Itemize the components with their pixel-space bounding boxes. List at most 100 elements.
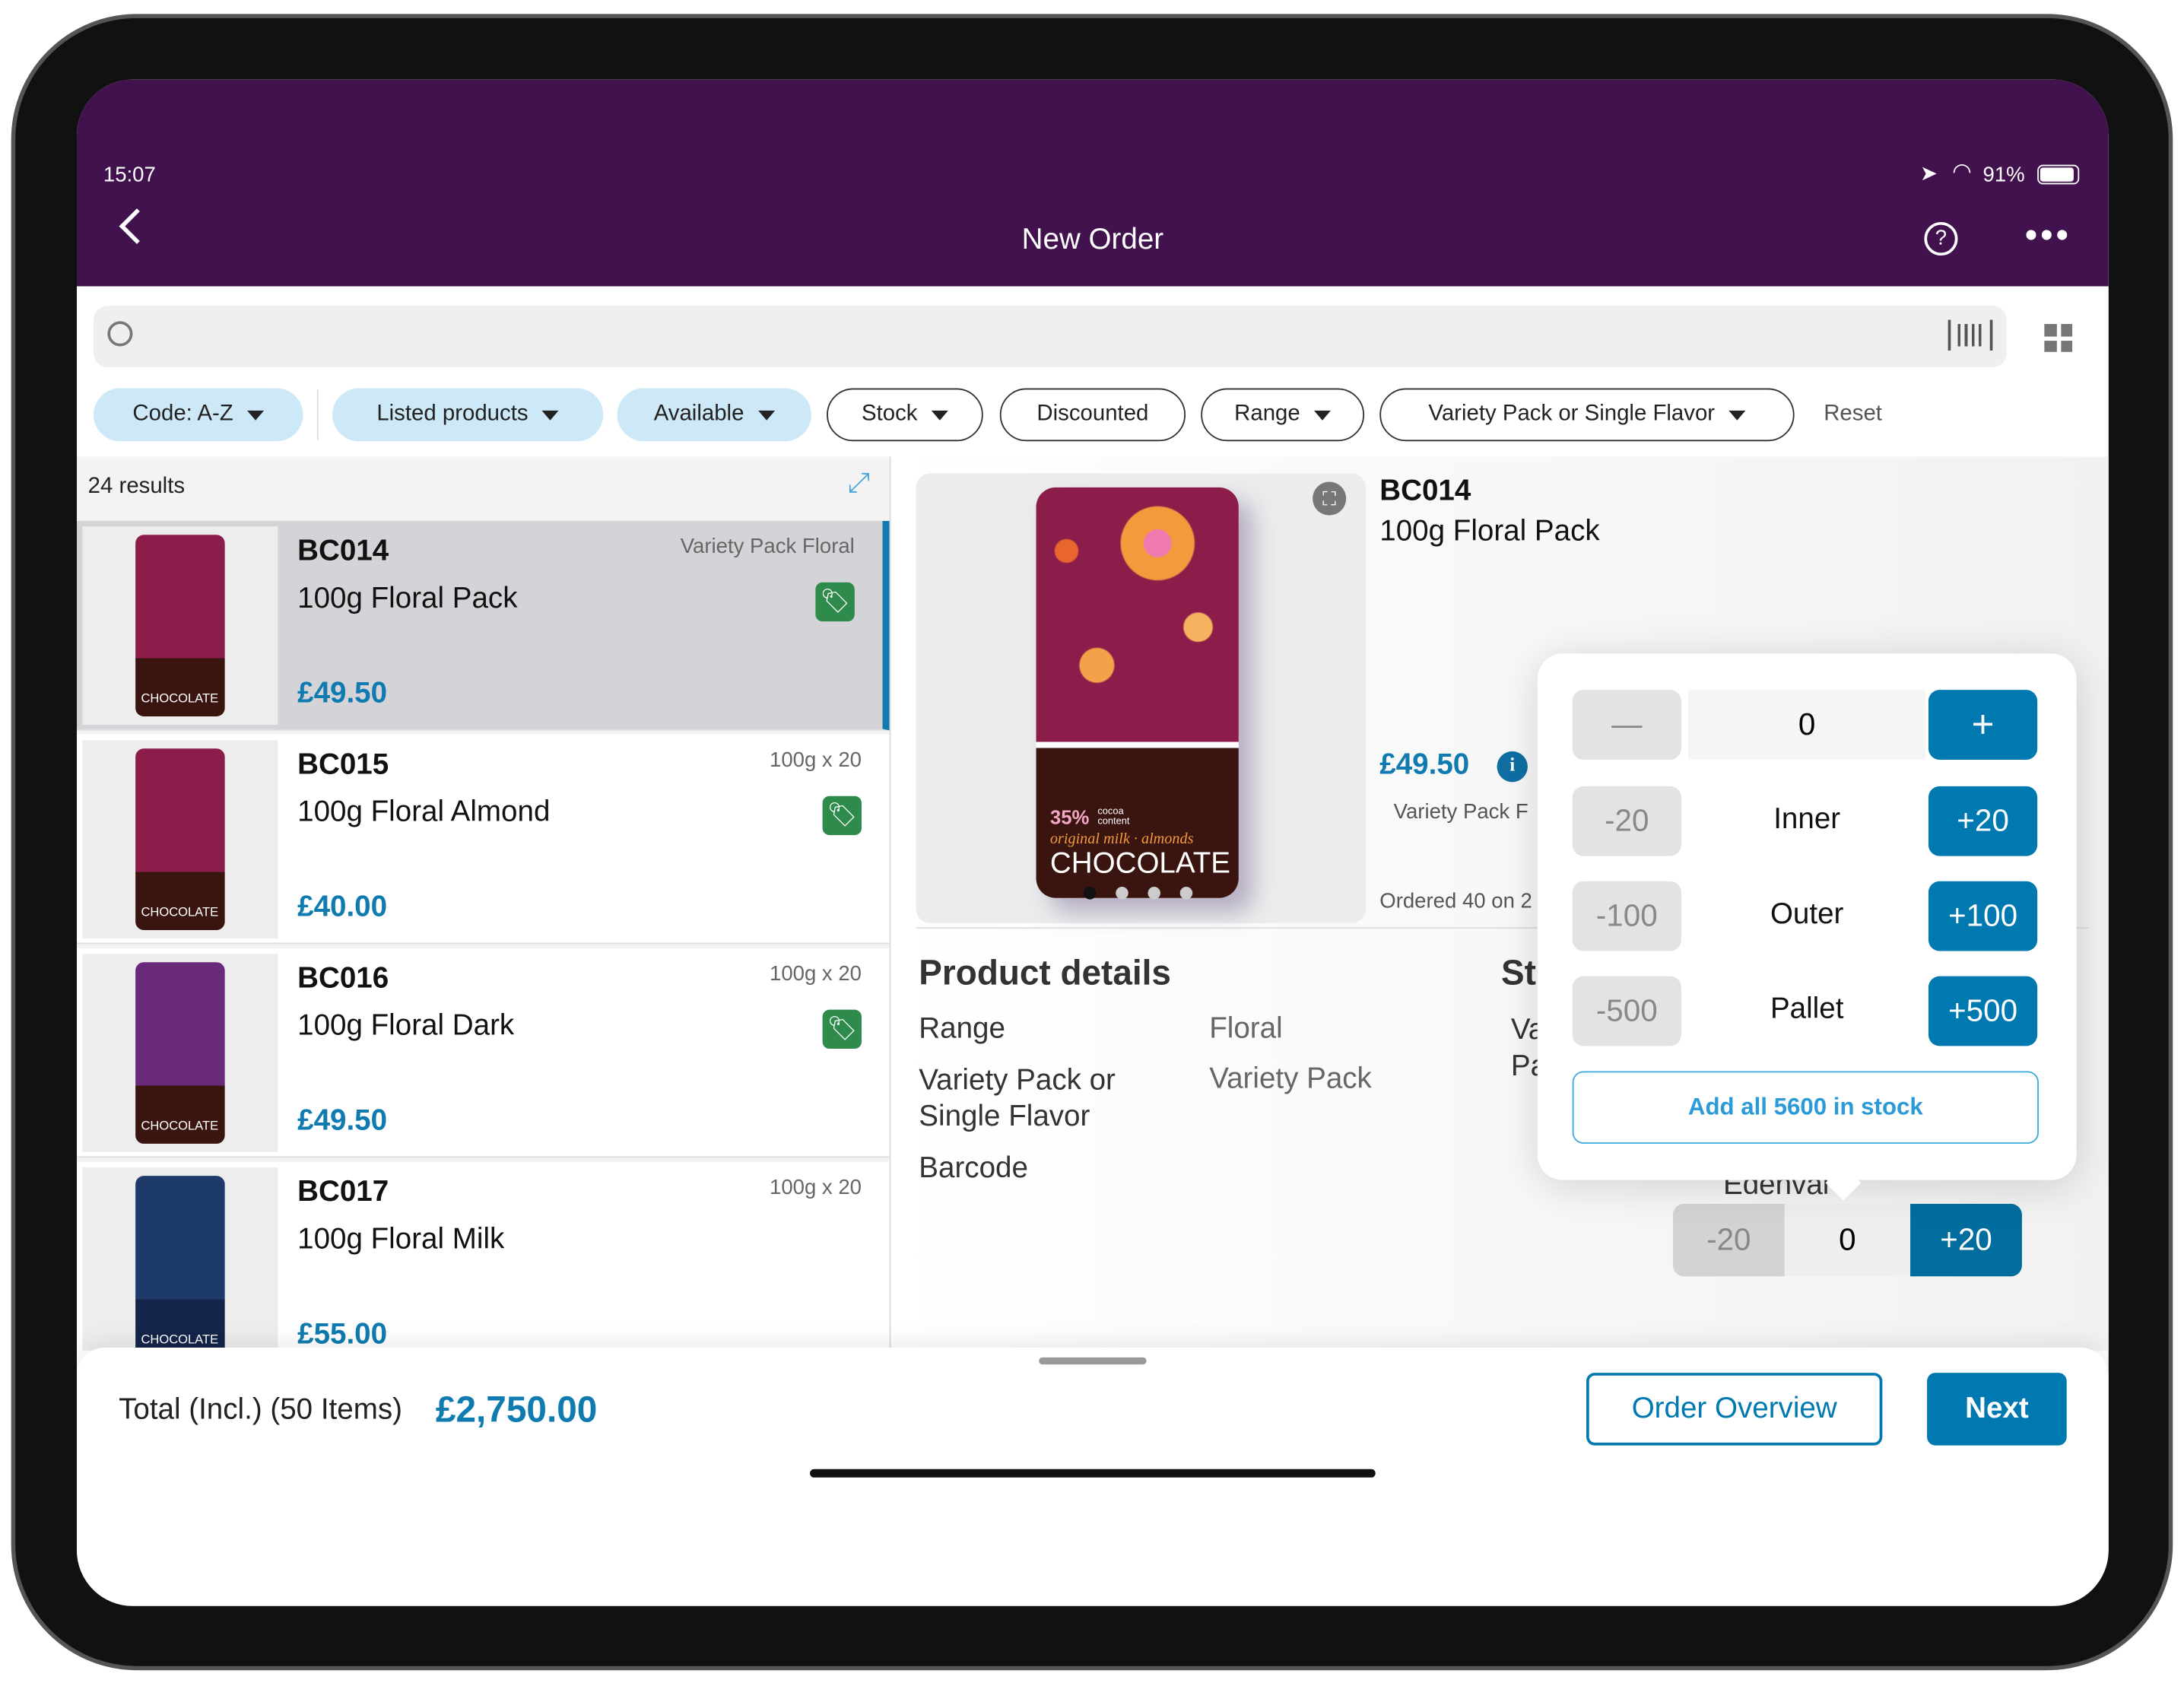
discount-tag-icon: 🏷: [822, 795, 862, 836]
detail-value: Floral: [1209, 1012, 1283, 1045]
product-thumbnail: CHOCOLATE: [82, 954, 278, 1152]
cocoa-percent: 35%: [1049, 805, 1090, 828]
product-name: 100g Floral Almond: [297, 795, 551, 828]
filter-chip[interactable]: Available: [617, 388, 811, 442]
product-thumbnail: CHOCOLATE: [82, 740, 278, 938]
unit-label: Pallet: [1770, 992, 1844, 1025]
decrement-button[interactable]: -100: [1572, 881, 1681, 951]
warehouse-stepper: -20 0 +20: [1672, 1203, 2022, 1277]
search-input[interactable]: [94, 306, 2007, 367]
ordered-history: Ordered 40 on 2: [1379, 889, 1532, 913]
more-icon[interactable]: •••: [2025, 214, 2071, 257]
product-price: £49.50: [297, 677, 388, 710]
screen: 15:07 ➤ ◠ 91% New Order ? ••• Code: A-Z L…: [76, 79, 2109, 1606]
unit-label: Inner: [1773, 802, 1841, 836]
product-meta: 100g x 20: [770, 962, 862, 986]
section-title: Product details: [919, 954, 1171, 993]
unit-label: Outer: [1770, 897, 1844, 930]
product-meta: 100g x 20: [770, 748, 862, 773]
increment-button[interactable]: +500: [1928, 976, 2038, 1046]
filter-chip[interactable]: Variety Pack or Single Flavor: [1379, 388, 1795, 442]
decrement-button[interactable]: -500: [1572, 976, 1681, 1046]
detail-value: Variety Pack: [1209, 1062, 1372, 1095]
product-list: 24 results ⤢ CHOCOLATE BC014 100g Floral…: [76, 456, 890, 1351]
product-price: £55.00: [297, 1318, 388, 1351]
detail-label: Variety Pack or Single Flavor: [919, 1064, 1116, 1133]
product-price: £49.50: [297, 1104, 388, 1137]
quantity-input[interactable]: 0: [1688, 690, 1926, 760]
product-code: BC014: [297, 535, 389, 567]
reset-button[interactable]: Reset: [1824, 402, 1882, 427]
order-footer: Total (Incl.) (50 Items) £2,750.00 Order…: [76, 1348, 2109, 1606]
filter-chip[interactable]: Discounted: [999, 388, 1186, 442]
home-indicator: [810, 1469, 1376, 1478]
search-icon: [107, 321, 133, 347]
product-price: £40.00: [297, 891, 388, 923]
expand-icon[interactable]: ⤢: [848, 468, 870, 500]
decrement-button[interactable]: -20: [1672, 1203, 1785, 1277]
cocoa-content-label: cocoa content: [1097, 807, 1130, 827]
product-name: 100g Floral Milk: [297, 1223, 505, 1256]
fullscreen-icon[interactable]: ⛶: [1313, 481, 1347, 516]
order-overview-button[interactable]: Order Overview: [1586, 1373, 1883, 1446]
decrement-button[interactable]: —: [1572, 690, 1681, 760]
page-title: New Order: [1021, 223, 1164, 256]
total-amount: £2,750.00: [435, 1388, 598, 1431]
detail-code: BC014: [1379, 475, 1471, 507]
increment-button[interactable]: +20: [1910, 1203, 2022, 1277]
next-button[interactable]: Next: [1927, 1373, 2067, 1446]
chevron-down-icon: [757, 409, 775, 420]
add-all-stock-button[interactable]: Add all 5600 in stock: [1572, 1071, 2039, 1144]
wifi-icon: ◠: [1952, 160, 1972, 185]
chevron-down-icon: [247, 409, 265, 420]
product-thumbnail: CHOCOLATE: [82, 526, 278, 726]
product-list-item[interactable]: CHOCOLATE BC014 100g Floral Pack £49.50 …: [76, 520, 890, 731]
brand-text: CHOCOLATE: [1049, 847, 1231, 880]
barcode-scan-icon[interactable]: [1948, 319, 1993, 351]
help-icon[interactable]: ?: [1924, 221, 1958, 256]
filter-chip[interactable]: Stock: [827, 388, 983, 442]
product-name: 100g Floral Pack: [297, 582, 518, 614]
product-list-item[interactable]: CHOCOLATE BC017 100g Floral Milk £55.00 …: [76, 1161, 890, 1351]
filter-chip[interactable]: Listed products: [332, 388, 604, 442]
quantity-popover: — 0 + -20 Inner +20 -100 Outer +100 -500 P…: [1537, 653, 2077, 1201]
nav-bar: 15:07 ➤ ◠ 91% New Order ? •••: [76, 79, 2109, 287]
location-icon: ➤: [1919, 162, 1938, 186]
detail-price: £49.50: [1379, 748, 1470, 781]
results-count: 24 results: [87, 475, 186, 499]
drag-handle[interactable]: [1039, 1357, 1147, 1365]
info-icon[interactable]: i: [1497, 751, 1528, 783]
chevron-down-icon: [1314, 409, 1332, 420]
product-image[interactable]: 35% cocoa content original milk · almond…: [916, 473, 1366, 923]
quantity-input[interactable]: 0: [1784, 1203, 1911, 1277]
total-label: Total (Incl.) (50 Items): [119, 1393, 402, 1426]
product-list-item[interactable]: CHOCOLATE BC016 100g Floral Dark £49.50 …: [76, 948, 890, 1158]
increment-button[interactable]: +20: [1928, 786, 2038, 856]
flavor-line: original milk · almonds: [1049, 830, 1194, 848]
stock-section-title: St: [1501, 954, 1536, 993]
chevron-down-icon: [931, 409, 948, 420]
detail-subtitle: Variety Pack F: [1393, 800, 1528, 824]
grid-view-icon[interactable]: [2044, 324, 2073, 352]
chevron-down-icon: [541, 409, 559, 420]
discount-tag-icon: 🏷: [822, 1009, 862, 1049]
detail-label: Barcode: [919, 1151, 1028, 1185]
filter-chip[interactable]: Range: [1201, 388, 1365, 442]
battery-level: 91%: [1982, 163, 2025, 188]
product-code: BC017: [297, 1176, 389, 1208]
product-name: 100g Floral Dark: [297, 1009, 515, 1042]
discount-tag-icon: 🏷: [815, 582, 855, 622]
decrement-button[interactable]: -20: [1572, 786, 1681, 856]
increment-button[interactable]: +100: [1928, 881, 2038, 951]
detail-name: 100g Floral Pack: [1379, 515, 1600, 548]
product-list-item[interactable]: CHOCOLATE BC015 100g Floral Almond £40.0…: [76, 734, 890, 945]
filter-chip[interactable]: Code: A-Z: [94, 388, 303, 442]
status-time: 15:07: [103, 163, 156, 188]
increment-button[interactable]: +: [1928, 690, 2038, 760]
chevron-down-icon: [1728, 409, 1746, 420]
product-meta: 100g x 20: [770, 1176, 862, 1200]
product-code: BC015: [297, 748, 389, 781]
product-meta: Variety Pack Floral: [680, 535, 855, 559]
image-pager[interactable]: [1083, 887, 1193, 900]
product-code: BC016: [297, 962, 389, 995]
